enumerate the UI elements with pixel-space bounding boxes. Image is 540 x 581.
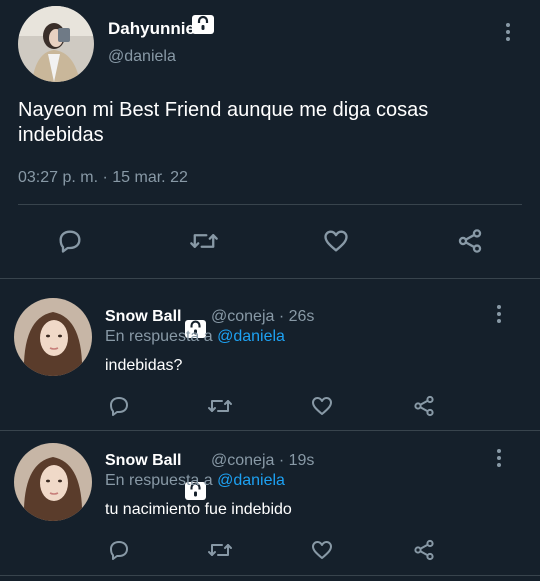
- reply-prefix: En respuesta a: [105, 328, 213, 345]
- reply-text: indebidas?: [105, 357, 183, 374]
- retweet-icon[interactable]: [206, 537, 234, 563]
- avatar-photo: [14, 443, 92, 521]
- reply-to-link[interactable]: @daniela: [217, 328, 285, 345]
- display-name[interactable]: Snow Ball: [105, 452, 181, 469]
- more-options-icon[interactable]: [497, 449, 501, 467]
- reply-prefix: En respuesta a: [105, 472, 213, 489]
- main-tweet: Dahyunnie @daniela Nayeon mi Best Friend…: [0, 0, 540, 279]
- handle[interactable]: @coneja: [211, 308, 274, 325]
- divider: [18, 204, 522, 205]
- avatar-photo: [14, 298, 92, 376]
- reply-to-link[interactable]: @daniela: [217, 472, 285, 489]
- avatar[interactable]: [14, 298, 92, 376]
- reply-context: En respuesta a @daniela: [105, 472, 285, 490]
- reply-text: tu nacimiento fue indebido: [105, 501, 292, 518]
- display-name[interactable]: Snow Ball: [105, 308, 181, 325]
- tweet-timestamp: 03:27 p. m. · 15 mar. 22: [18, 169, 188, 186]
- avatar-photo: [18, 6, 94, 82]
- divider: [0, 430, 540, 431]
- relative-time: · 19s: [278, 452, 315, 469]
- avatar[interactable]: [14, 443, 92, 521]
- reply-meta: @coneja · 26s: [211, 308, 314, 326]
- like-icon[interactable]: [309, 393, 335, 419]
- tweet-text: Nayeon mi Best Friend aunque me diga cos…: [18, 99, 429, 146]
- like-icon[interactable]: [309, 537, 335, 563]
- reply-icon[interactable]: [106, 537, 132, 563]
- reply-icon[interactable]: [55, 226, 85, 256]
- handle[interactable]: @daniela: [108, 48, 176, 66]
- retweet-icon[interactable]: [188, 226, 220, 256]
- avatar[interactable]: [18, 6, 94, 82]
- retweet-icon[interactable]: [206, 393, 234, 419]
- handle[interactable]: @coneja: [211, 452, 274, 469]
- share-icon[interactable]: [455, 226, 485, 256]
- divider: [0, 575, 540, 576]
- reply-icon[interactable]: [106, 393, 132, 419]
- reply-meta: @coneja · 19s: [211, 452, 314, 470]
- more-options-icon[interactable]: [506, 23, 510, 41]
- reply-header: Snow Ball: [105, 452, 181, 470]
- lock-icon: [192, 15, 214, 34]
- relative-time: · 26s: [278, 308, 315, 325]
- share-icon[interactable]: [411, 393, 437, 419]
- reply-header: Snow Ball: [105, 308, 181, 326]
- divider: [0, 278, 540, 279]
- share-icon[interactable]: [411, 537, 437, 563]
- more-options-icon[interactable]: [497, 305, 501, 323]
- like-icon[interactable]: [321, 226, 351, 256]
- display-name[interactable]: Dahyunnie: [108, 19, 195, 39]
- reply-context: En respuesta a @daniela: [105, 328, 285, 346]
